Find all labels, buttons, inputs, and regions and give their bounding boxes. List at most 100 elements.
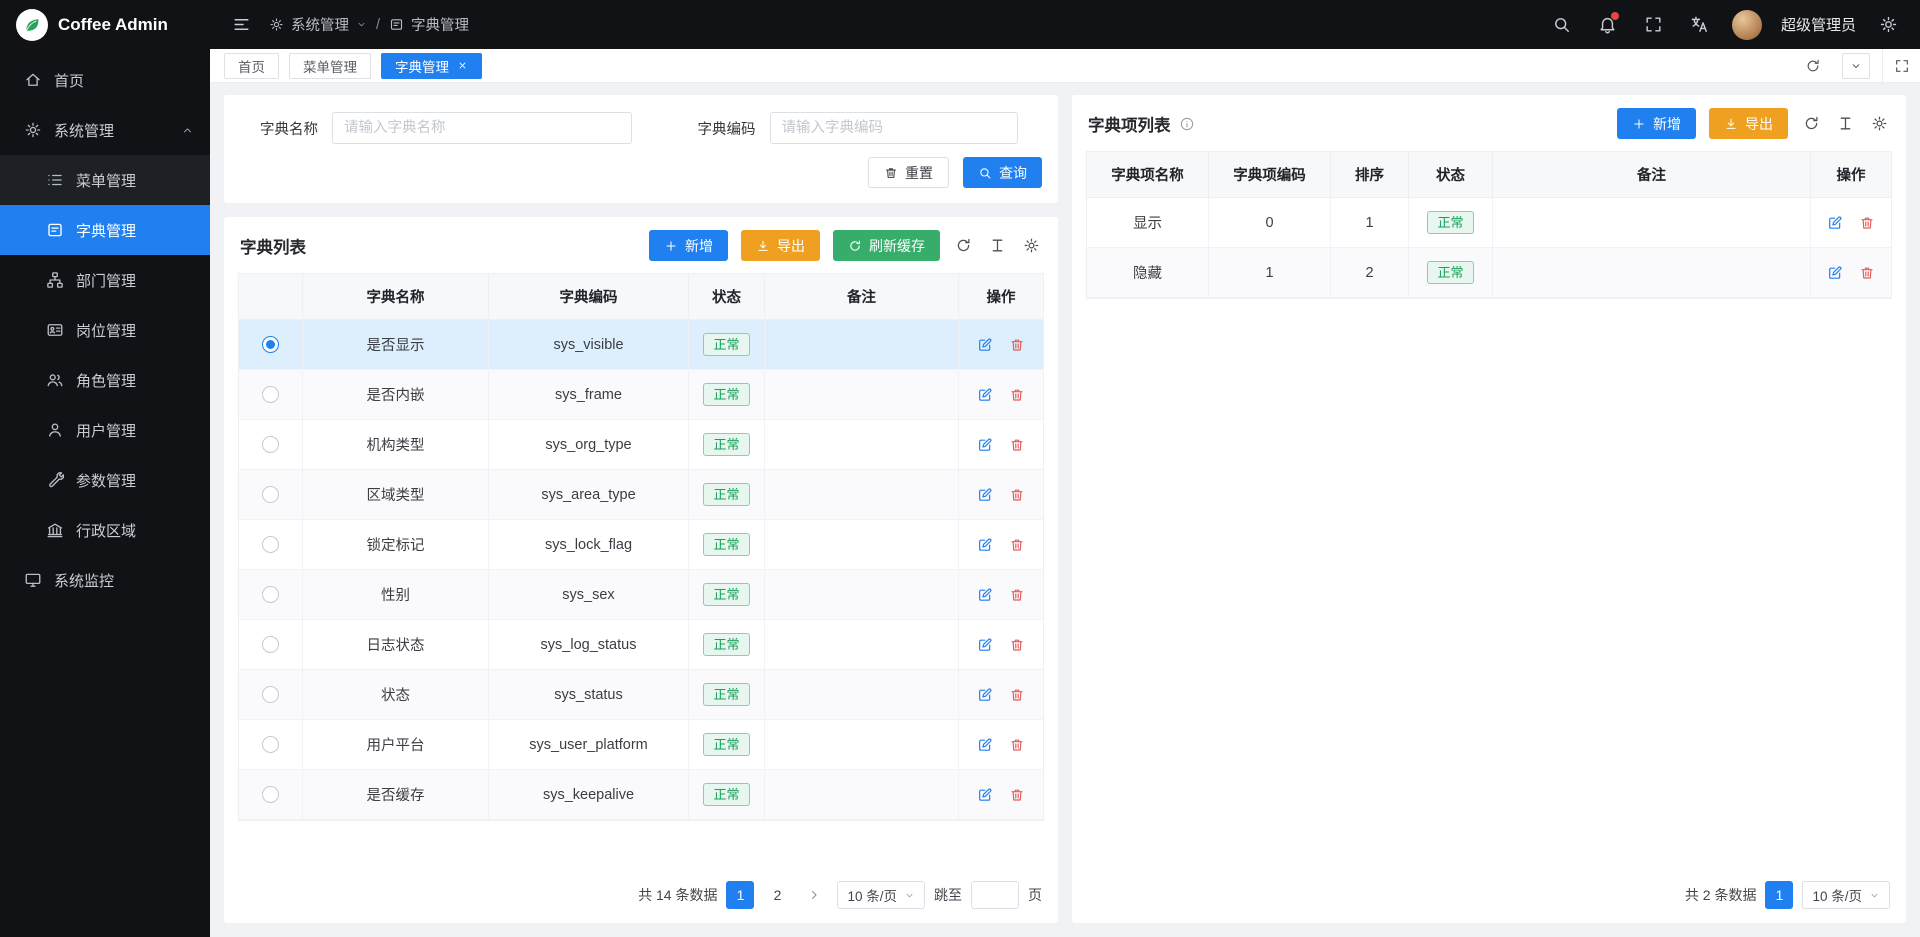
reload-table-button[interactable] — [1801, 113, 1822, 134]
tab-dict-management[interactable]: 字典管理 — [381, 53, 482, 79]
sidebar-item-post-management[interactable]: 岗位管理 — [0, 305, 210, 355]
sidebar-item-role-management[interactable]: 角色管理 — [0, 355, 210, 405]
delete-button[interactable] — [1006, 784, 1028, 806]
delete-button[interactable] — [1006, 484, 1028, 506]
edit-button[interactable] — [974, 384, 996, 406]
sidebar-item-region-management[interactable]: 行政区域 — [0, 505, 210, 555]
delete-button[interactable] — [1006, 534, 1028, 556]
delete-button[interactable] — [1006, 434, 1028, 456]
delete-button[interactable] — [1856, 212, 1878, 234]
sidebar-item-param-management[interactable]: 参数管理 — [0, 455, 210, 505]
dict-item-row[interactable]: 显示01正常 — [1087, 198, 1891, 248]
delete-button[interactable] — [1006, 384, 1028, 406]
page-2-button[interactable]: 2 — [763, 881, 791, 909]
edit-button[interactable] — [974, 684, 996, 706]
edit-button[interactable] — [974, 584, 996, 606]
page-1-button[interactable]: 1 — [726, 881, 754, 909]
sidebar-item-home[interactable]: 首页 — [0, 55, 210, 105]
sidebar-item-dict-management[interactable]: 字典管理 — [0, 205, 210, 255]
density-button[interactable] — [1835, 113, 1856, 134]
close-icon[interactable] — [457, 60, 468, 71]
notifications-button[interactable] — [1594, 11, 1621, 38]
dict-row[interactable]: 状态sys_status正常 — [239, 670, 1043, 720]
sidebar-item-system-management[interactable]: 系统管理 — [0, 105, 210, 155]
sidebar-item-system-monitor[interactable]: 系统监控 — [0, 555, 210, 605]
dict-row[interactable]: 锁定标记sys_lock_flag正常 — [239, 520, 1043, 570]
edit-button[interactable] — [974, 434, 996, 456]
dict-row[interactable]: 是否内嵌sys_frame正常 — [239, 370, 1043, 420]
row-select-radio[interactable] — [262, 586, 279, 603]
dict-row[interactable]: 机构类型sys_org_type正常 — [239, 420, 1043, 470]
dict-icon — [46, 221, 64, 239]
dict-name-input[interactable] — [332, 112, 632, 144]
add-dict-item-button[interactable]: 新增 — [1617, 108, 1696, 139]
delete-button[interactable] — [1006, 334, 1028, 356]
dict-row[interactable]: 用户平台sys_user_platform正常 — [239, 720, 1043, 770]
export-dict-item-button[interactable]: 导出 — [1709, 108, 1788, 139]
edit-button[interactable] — [1824, 212, 1846, 234]
tab-options-button[interactable] — [1842, 53, 1870, 79]
sidebar-item-dept-management[interactable]: 部门管理 — [0, 255, 210, 305]
dict-code-input[interactable] — [770, 112, 1018, 144]
dict-row[interactable]: 日志状态sys_log_status正常 — [239, 620, 1043, 670]
row-select-radio[interactable] — [262, 636, 279, 653]
edit-button[interactable] — [974, 734, 996, 756]
reload-table-button[interactable] — [953, 235, 974, 256]
row-select-radio[interactable] — [262, 386, 279, 403]
gear-icon — [269, 17, 284, 32]
breadcrumb-system[interactable]: 系统管理 — [269, 14, 367, 35]
dict-row[interactable]: 是否缓存sys_keepalive正常 — [239, 770, 1043, 820]
density-button[interactable] — [987, 235, 1008, 256]
content-fullscreen-button[interactable] — [1882, 49, 1920, 82]
user-name[interactable]: 超级管理员 — [1781, 14, 1856, 35]
delete-button[interactable] — [1856, 262, 1878, 284]
delete-button[interactable] — [1006, 634, 1028, 656]
table-settings-button[interactable] — [1869, 113, 1890, 134]
refresh-page-button[interactable] — [1796, 49, 1830, 82]
edit-button[interactable] — [974, 784, 996, 806]
page-size-select[interactable]: 10 条/页 — [1802, 881, 1890, 909]
settings-button[interactable] — [1875, 11, 1902, 38]
export-dict-button[interactable]: 导出 — [741, 230, 820, 261]
dict-row[interactable]: 性别sys_sex正常 — [239, 570, 1043, 620]
row-select-radio[interactable] — [262, 536, 279, 553]
tab-menu-management[interactable]: 菜单管理 — [289, 53, 371, 79]
jump-page-input[interactable] — [971, 881, 1019, 909]
row-select-radio[interactable] — [262, 336, 279, 353]
dict-row[interactable]: 区域类型sys_area_type正常 — [239, 470, 1043, 520]
row-select-radio[interactable] — [262, 686, 279, 703]
next-page-button[interactable] — [800, 881, 828, 909]
page-size-select[interactable]: 10 条/页 — [837, 881, 925, 909]
language-button[interactable] — [1686, 11, 1713, 38]
page-1-button[interactable]: 1 — [1765, 881, 1793, 909]
edit-button[interactable] — [974, 534, 996, 556]
edit-button[interactable] — [974, 334, 996, 356]
sidebar-item-menu-management[interactable]: 菜单管理 — [0, 155, 210, 205]
query-button[interactable]: 查询 — [963, 157, 1042, 188]
refresh-cache-button[interactable]: 刷新缓存 — [833, 230, 940, 261]
avatar[interactable] — [1732, 10, 1762, 40]
sidebar-item-user-management[interactable]: 用户管理 — [0, 405, 210, 455]
row-select-radio[interactable] — [262, 486, 279, 503]
delete-button[interactable] — [1006, 584, 1028, 606]
edit-button[interactable] — [1824, 262, 1846, 284]
delete-button[interactable] — [1006, 684, 1028, 706]
row-select-radio[interactable] — [262, 436, 279, 453]
fullscreen-button[interactable] — [1640, 11, 1667, 38]
edit-button[interactable] — [974, 634, 996, 656]
status-badge: 正常 — [703, 533, 749, 557]
breadcrumb-dict[interactable]: 字典管理 — [389, 14, 469, 35]
search-button[interactable] — [1548, 11, 1575, 38]
edit-icon — [977, 537, 993, 553]
row-select-radio[interactable] — [262, 736, 279, 753]
edit-button[interactable] — [974, 484, 996, 506]
row-select-radio[interactable] — [262, 786, 279, 803]
add-dict-button[interactable]: 新增 — [649, 230, 728, 261]
dict-item-row[interactable]: 隐藏12正常 — [1087, 248, 1891, 298]
reset-button[interactable]: 重置 — [868, 157, 949, 188]
tab-home[interactable]: 首页 — [224, 53, 279, 79]
dict-row[interactable]: 是否显示sys_visible正常 — [239, 320, 1043, 370]
delete-button[interactable] — [1006, 734, 1028, 756]
collapse-sidebar-button[interactable] — [228, 11, 255, 38]
table-settings-button[interactable] — [1021, 235, 1042, 256]
